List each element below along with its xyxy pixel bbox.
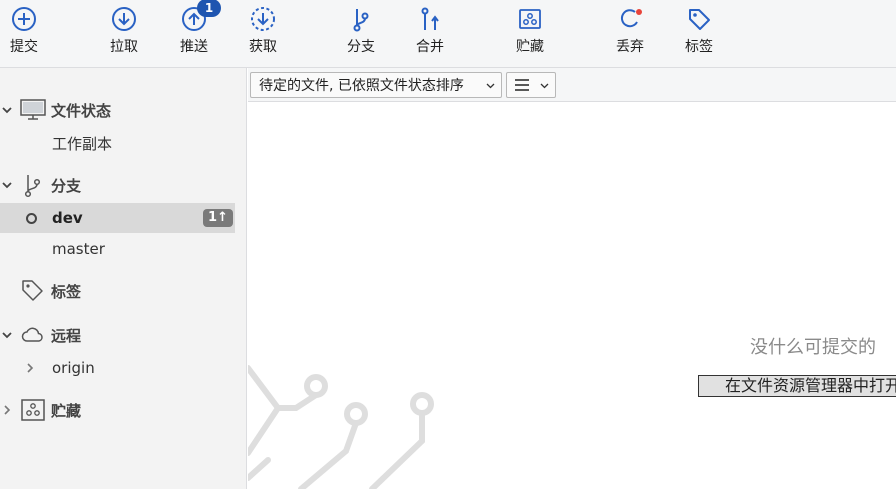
- push-label: 推送: [180, 39, 208, 55]
- pull-label: 拉取: [110, 39, 138, 55]
- sidebar-section-branches[interactable]: 分支: [0, 170, 235, 200]
- section-label-file-status: 文件状态: [51, 101, 112, 120]
- stash-icon: [20, 397, 46, 423]
- tag-label: 标签: [685, 39, 713, 55]
- chevron-down-icon[interactable]: [1, 104, 13, 116]
- discard-label: 丢弃: [616, 39, 644, 55]
- list-icon: [514, 78, 530, 92]
- monitor-icon: [20, 97, 46, 123]
- branch-label: 分支: [347, 39, 375, 55]
- branch-icon: [20, 172, 46, 198]
- push-count-badge: 1: [197, 0, 221, 17]
- chevron-down-icon: [486, 81, 495, 90]
- sidebar-section-file-status[interactable]: 文件状态: [0, 95, 235, 125]
- commit-button[interactable]: 提交: [6, 4, 42, 62]
- branch-button[interactable]: 分支: [343, 4, 379, 62]
- section-label-branches: 分支: [51, 176, 82, 195]
- chevron-down-icon[interactable]: [1, 329, 13, 341]
- decorative-graph-illustration: [248, 365, 434, 489]
- sidebar-item-label: dev: [52, 209, 83, 227]
- fetch-dashed-circle-icon: [248, 4, 278, 34]
- merge-button[interactable]: 合并: [412, 4, 448, 62]
- sidebar-item-working-copy[interactable]: 工作副本: [0, 128, 235, 158]
- ahead-count-badge: 1↑: [203, 209, 233, 227]
- cloud-icon: [20, 322, 46, 348]
- sidebar-item-branch-master[interactable]: master: [0, 234, 235, 264]
- tag-icon: [684, 4, 714, 34]
- section-label-stashes: 贮藏: [51, 401, 82, 420]
- arrow-down-circle-icon: [109, 4, 139, 34]
- tag-icon: [20, 278, 46, 304]
- stash-button[interactable]: 贮藏: [512, 4, 548, 62]
- open-in-explorer-button[interactable]: 在文件资源管理器中打开: [698, 375, 896, 397]
- sidebar-item-label: master: [52, 240, 105, 258]
- sidebar-item-branch-dev[interactable]: dev 1↑: [0, 203, 235, 233]
- commit-label: 提交: [10, 39, 38, 55]
- merge-label: 合并: [416, 39, 444, 55]
- discard-icon: [615, 4, 645, 34]
- sidebar: 文件状态 工作副本 分支 dev 1↑ master 标签 远程 origin …: [0, 68, 247, 489]
- chevron-right-icon[interactable]: [24, 362, 36, 374]
- tag-button[interactable]: 标签: [681, 4, 717, 62]
- merge-icon: [415, 4, 445, 34]
- chevron-down-icon[interactable]: [1, 179, 13, 191]
- sidebar-section-tags[interactable]: 标签: [0, 276, 235, 306]
- section-label-tags: 标签: [51, 282, 82, 301]
- discard-button[interactable]: 丢弃: [612, 4, 648, 62]
- stash-icon: [515, 4, 545, 34]
- empty-state-text: 没什么可提交的: [750, 337, 876, 358]
- current-branch-icon: [26, 212, 37, 224]
- chevron-right-icon[interactable]: [1, 404, 13, 416]
- pull-button[interactable]: 拉取: [106, 4, 142, 62]
- file-filter-value: 待定的文件, 已依照文件状态排序: [259, 78, 464, 94]
- filter-bar: 待定的文件, 已依照文件状态排序: [248, 68, 896, 102]
- section-label-remotes: 远程: [51, 326, 82, 345]
- sidebar-item-label: 工作副本: [52, 134, 113, 153]
- fetch-button[interactable]: 获取: [245, 4, 281, 62]
- main-panel: 待定的文件, 已依照文件状态排序 没什么可提交的 在文件资源管理器中打开: [248, 68, 896, 489]
- stash-label: 贮藏: [516, 39, 544, 55]
- sidebar-item-label: origin: [52, 359, 95, 377]
- toolbar: 提交 拉取 1 推送 获取 分支 合并 贮藏 丢弃 标签: [0, 0, 896, 68]
- push-button[interactable]: 1 推送: [176, 0, 221, 62]
- view-mode-select[interactable]: [506, 72, 556, 98]
- plus-circle-icon: [9, 4, 39, 34]
- file-filter-select[interactable]: 待定的文件, 已依照文件状态排序: [250, 72, 502, 98]
- sidebar-section-remotes[interactable]: 远程: [0, 320, 235, 350]
- chevron-down-icon: [540, 81, 549, 90]
- sidebar-item-remote-origin[interactable]: origin: [0, 353, 235, 383]
- sidebar-section-stashes[interactable]: 贮藏: [0, 395, 235, 425]
- branch-icon: [346, 4, 376, 34]
- arrow-up-circle-icon: 1: [179, 0, 221, 34]
- fetch-label: 获取: [249, 39, 277, 55]
